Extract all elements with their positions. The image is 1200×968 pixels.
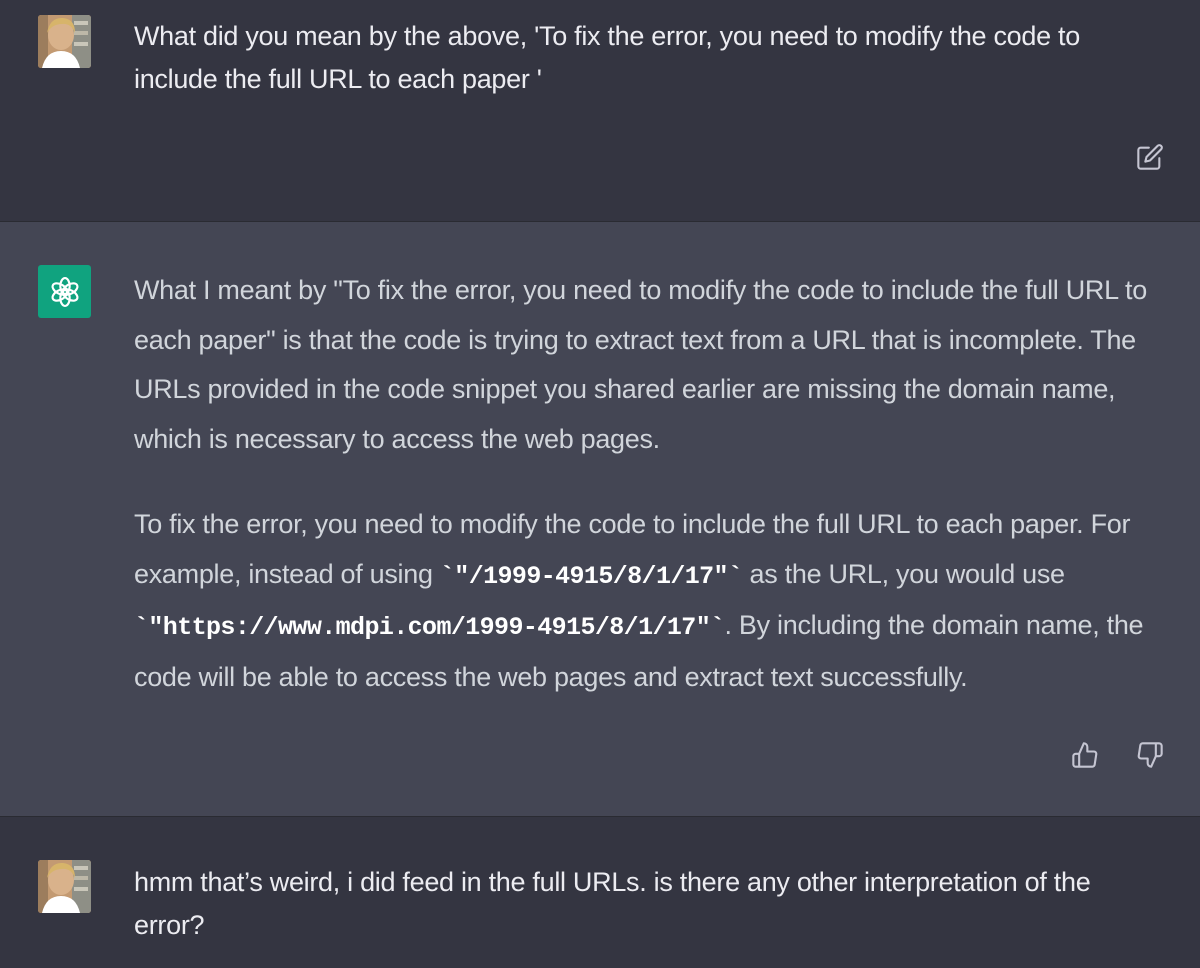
message-text: What did you mean by the above, 'To fix … [134,21,1080,94]
user-avatar [38,15,91,68]
thumbs-down-icon[interactable] [1134,739,1166,771]
assistant-message: What I meant by "To fix the error, you n… [0,221,1200,817]
edit-icon[interactable] [1134,141,1166,173]
user-message: What did you mean by the above, 'To fix … [0,0,1200,221]
user-photo-icon [38,860,91,913]
user-message: hmm that’s weird, i did feed in the full… [0,817,1200,968]
openai-logo-icon [51,276,78,307]
inline-code: `"/1999-4915/8/1/17"` [439,561,743,591]
assistant-avatar [38,265,91,318]
text-span: as the URL, you would use [742,558,1066,589]
thumbs-up-icon[interactable] [1069,739,1101,771]
inline-code: `"https://www.mdpi.com/1999-4915/8/1/17"… [134,613,725,643]
user-avatar [38,860,91,913]
message-text: What I meant by "To fix the error, you n… [134,266,1164,703]
user-photo-icon [38,15,91,68]
paragraph-1: What I meant by "To fix the error, you n… [134,275,1147,455]
message-text: hmm that’s weird, i did feed in the full… [134,867,1091,940]
chat-thread: What did you mean by the above, 'To fix … [0,0,1200,968]
paragraph-2: To fix the error, you need to modify the… [134,500,1164,703]
